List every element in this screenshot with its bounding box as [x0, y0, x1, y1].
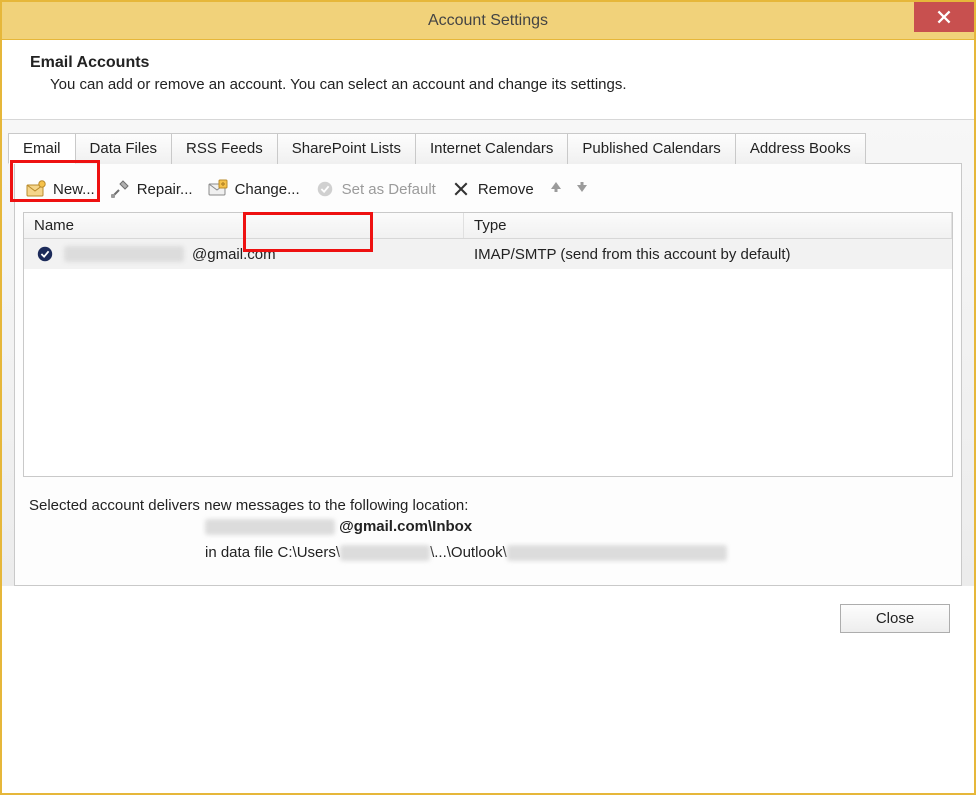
account-toolbar: New... Repair...	[23, 174, 953, 212]
delivery-location-middle: @gmail.com\Inbox	[339, 518, 472, 535]
delivery-location-line2: in data file C:\Users\ \...\Outlook\	[29, 540, 947, 566]
accounts-list-header: Name Type	[24, 213, 952, 239]
delivery-datafile-prefix: in data file C:\Users\	[205, 544, 340, 561]
header-area: Email Accounts You can add or remove an …	[2, 40, 974, 119]
close-button[interactable]: Close	[840, 604, 950, 633]
redacted-filename	[507, 545, 727, 561]
column-header-type[interactable]: Type	[464, 213, 952, 238]
delivery-intro: Selected account delivers new messages t…	[29, 497, 947, 514]
accounts-list: Name Type @gmail.	[23, 212, 953, 477]
delivery-location-line1: @gmail.com\Inbox	[29, 514, 947, 540]
tab-email[interactable]: Email	[8, 133, 76, 164]
new-account-button[interactable]: New...	[25, 178, 95, 200]
set-default-button: Set as Default	[314, 178, 436, 200]
tab-internet-calendars[interactable]: Internet Calendars	[416, 133, 568, 164]
move-up-button	[548, 179, 564, 200]
redacted-account-prefix	[64, 246, 184, 262]
remove-icon	[450, 178, 472, 200]
button-label: Close	[876, 610, 914, 627]
close-icon	[937, 10, 951, 24]
tab-label: Data Files	[90, 140, 158, 157]
change-account-button[interactable]: Change...	[207, 178, 300, 200]
header-subtitle: You can add or remove an account. You ca…	[30, 76, 946, 93]
tab-region: Email Data Files RSS Feeds SharePoint Li…	[2, 119, 974, 586]
toolbar-label: New...	[53, 181, 95, 198]
toolbar-label: Remove	[478, 181, 534, 198]
redacted-mailbox-prefix	[205, 519, 335, 535]
check-circle-icon	[314, 178, 336, 200]
move-down-button	[574, 179, 590, 200]
dialog-footer: Close	[2, 586, 974, 653]
delivery-datafile-middle: \...\Outlook\	[430, 544, 507, 561]
tab-data-files[interactable]: Data Files	[76, 133, 173, 164]
delivery-location-section: Selected account delivers new messages t…	[23, 477, 953, 565]
tab-label: Published Calendars	[582, 140, 720, 157]
tab-sharepoint-lists[interactable]: SharePoint Lists	[278, 133, 416, 164]
toolbar-label: Repair...	[137, 181, 193, 198]
default-account-check-icon	[34, 243, 56, 265]
toolbar-label: Change...	[235, 181, 300, 198]
column-header-name[interactable]: Name	[24, 213, 464, 238]
account-row[interactable]: @gmail.com IMAP/SMTP (send from this acc…	[24, 239, 952, 269]
redacted-username	[340, 545, 430, 561]
tools-icon	[109, 178, 131, 200]
tab-address-books[interactable]: Address Books	[736, 133, 866, 164]
remove-account-button[interactable]: Remove	[450, 178, 534, 200]
tab-rss-feeds[interactable]: RSS Feeds	[172, 133, 278, 164]
account-name-suffix: @gmail.com	[192, 246, 276, 263]
tab-content: New... Repair...	[14, 163, 962, 586]
account-name-cell: @gmail.com	[24, 239, 464, 269]
accounts-list-body: @gmail.com IMAP/SMTP (send from this acc…	[24, 239, 952, 476]
move-priority-controls	[548, 179, 590, 200]
tab-label: RSS Feeds	[186, 140, 263, 157]
mail-change-icon	[207, 178, 229, 200]
window-title: Account Settings	[428, 12, 548, 30]
arrow-down-icon	[574, 179, 590, 195]
mail-new-icon	[25, 178, 47, 200]
tab-label: SharePoint Lists	[292, 140, 401, 157]
header-title: Email Accounts	[30, 54, 946, 72]
arrow-up-icon	[548, 179, 564, 195]
account-type-cell: IMAP/SMTP (send from this account by def…	[464, 242, 952, 267]
account-settings-window: Account Settings Email Accounts You can …	[0, 0, 976, 795]
tab-strip: Email Data Files RSS Feeds SharePoint Li…	[8, 132, 968, 163]
close-window-button[interactable]	[914, 2, 974, 32]
repair-account-button[interactable]: Repair...	[109, 178, 193, 200]
tab-published-calendars[interactable]: Published Calendars	[568, 133, 735, 164]
toolbar-label: Set as Default	[342, 181, 436, 198]
titlebar: Account Settings	[2, 2, 974, 40]
tab-label: Address Books	[750, 140, 851, 157]
tab-label: Internet Calendars	[430, 140, 553, 157]
tab-label: Email	[23, 140, 61, 157]
